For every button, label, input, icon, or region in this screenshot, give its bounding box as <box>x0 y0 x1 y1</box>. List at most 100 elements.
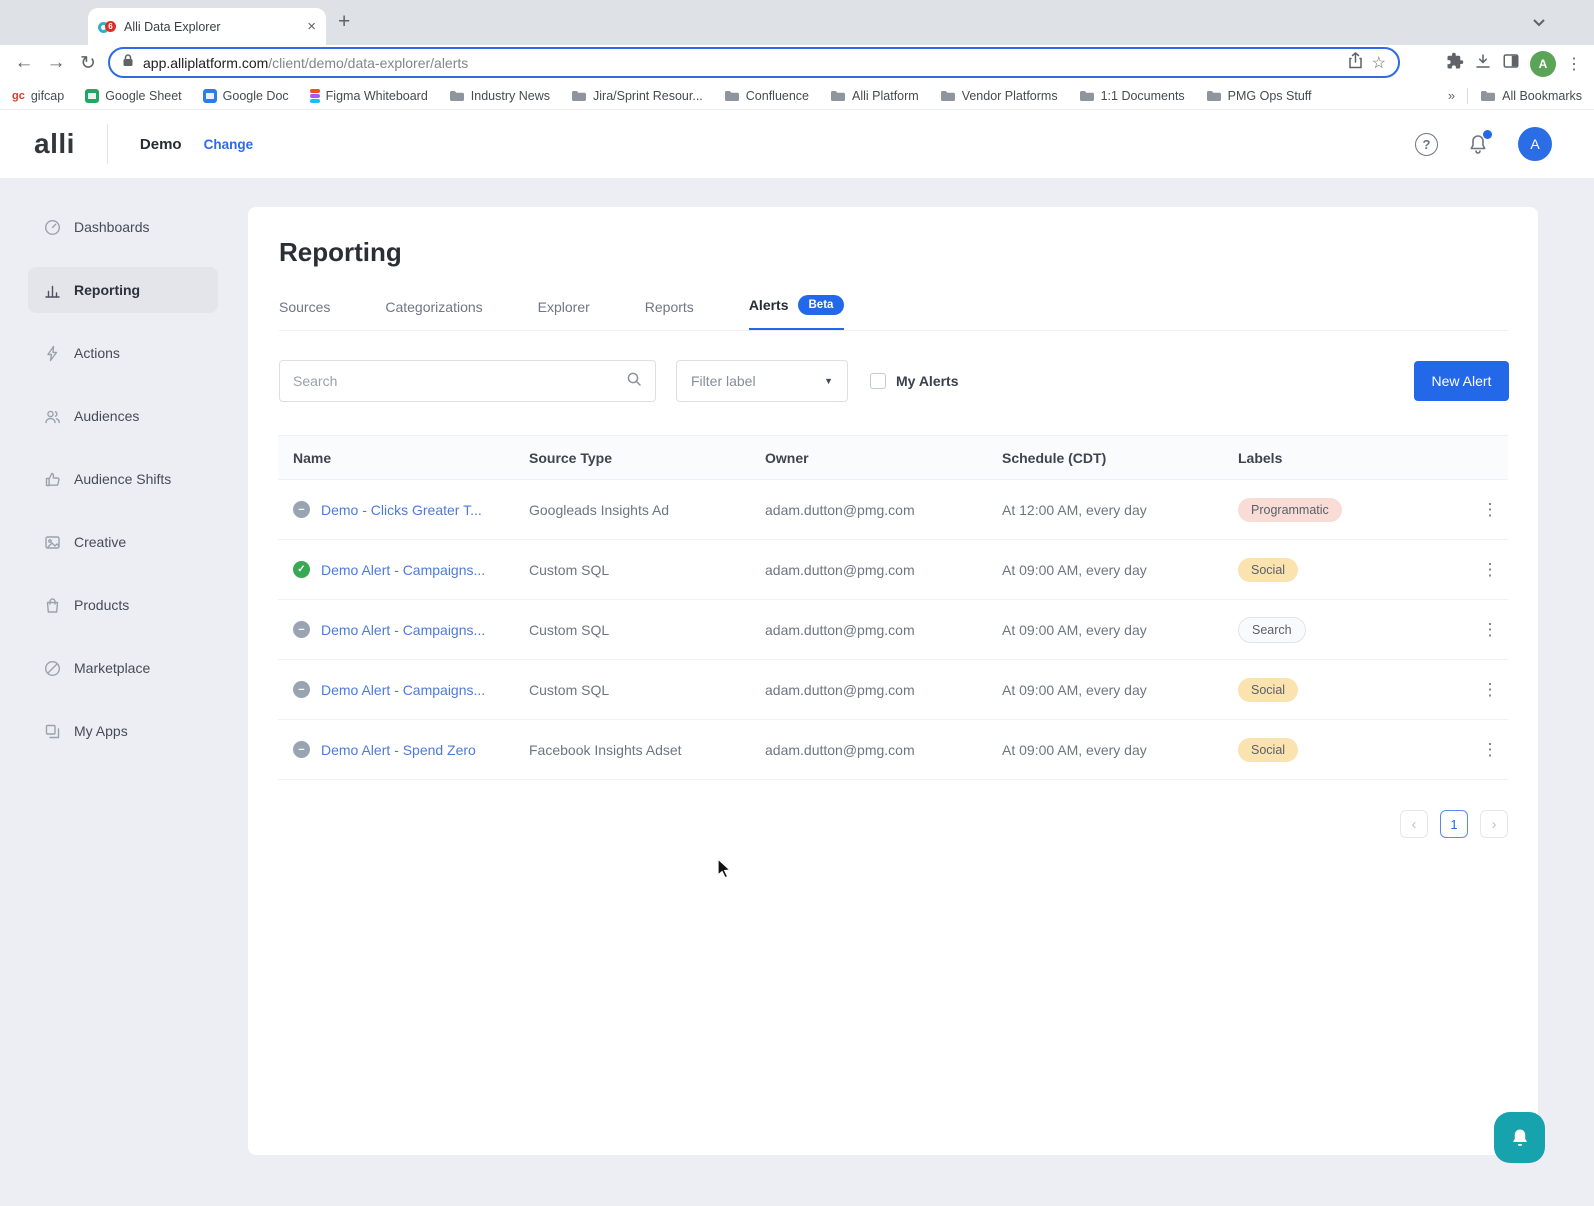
owner-cell: adam.dutton@pmg.com <box>765 742 1002 758</box>
label-pill: Social <box>1238 558 1298 582</box>
my-alerts-label: My Alerts <box>896 373 959 389</box>
schedule-cell: At 09:00 AM, every day <box>1002 562 1238 578</box>
sidebar-item-my-apps[interactable]: My Apps <box>28 708 218 754</box>
owner-cell: adam.dutton@pmg.com <box>765 502 1002 518</box>
tab-close-icon[interactable] <box>307 18 316 35</box>
prev-page-button[interactable] <box>1400 810 1428 838</box>
divider <box>1467 88 1468 104</box>
forward-button[interactable] <box>42 49 70 77</box>
next-page-button[interactable] <box>1480 810 1508 838</box>
search-input[interactable]: Search <box>279 360 656 402</box>
row-actions-menu-icon[interactable] <box>1472 740 1508 760</box>
alert-name-link[interactable]: Demo Alert - Campaigns... <box>321 682 485 698</box>
google-doc-icon <box>203 89 217 103</box>
new-alert-button[interactable]: New Alert <box>1414 361 1509 401</box>
figma-icon <box>310 89 320 103</box>
col-owner: Owner <box>765 450 1002 466</box>
announcements-fab[interactable] <box>1494 1112 1545 1163</box>
bookmark-folder[interactable]: Alli Platform <box>830 89 919 103</box>
help-icon[interactable] <box>1415 133 1438 156</box>
change-client-link[interactable]: Change <box>204 137 254 152</box>
status-active-icon <box>293 561 310 578</box>
row-actions-menu-icon[interactable] <box>1472 680 1508 700</box>
sidebar-item-products[interactable]: Products <box>28 582 218 628</box>
chrome-profile-avatar[interactable]: A <box>1530 51 1556 77</box>
row-actions-menu-icon[interactable] <box>1472 620 1508 640</box>
sidebar-item-reporting[interactable]: Reporting <box>28 267 218 313</box>
new-tab-button[interactable] <box>338 10 350 34</box>
sidebar-item-creative[interactable]: Creative <box>28 519 218 565</box>
filter-label-select[interactable]: Filter label <box>676 360 848 402</box>
url-path: /client/demo/data-explorer/alerts <box>268 55 468 71</box>
sidebar-item-audience-shifts[interactable]: Audience Shifts <box>28 456 218 502</box>
row-actions-menu-icon[interactable] <box>1472 500 1508 520</box>
owner-cell: adam.dutton@pmg.com <box>765 682 1002 698</box>
status-paused-icon <box>293 501 310 518</box>
alert-name-link[interactable]: Demo Alert - Campaigns... <box>321 622 485 638</box>
sidebar-item-marketplace[interactable]: Marketplace <box>28 645 218 691</box>
share-icon[interactable] <box>1348 52 1363 74</box>
chrome-menu-icon[interactable] <box>1566 54 1582 74</box>
thumb-up-icon <box>44 471 61 488</box>
tab-sources[interactable]: Sources <box>279 299 330 330</box>
tab-reports[interactable]: Reports <box>645 299 694 330</box>
owner-cell: adam.dutton@pmg.com <box>765 562 1002 578</box>
browser-tab[interactable]: 6 Alli Data Explorer <box>88 8 326 45</box>
user-avatar[interactable]: A <box>1518 127 1552 161</box>
col-schedule: Schedule (CDT) <box>1002 450 1238 466</box>
table-row: Demo Alert - Campaigns... Custom SQL ada… <box>278 540 1508 600</box>
tab-alerts[interactable]: AlertsBeta <box>749 295 845 330</box>
bookmark-folder[interactable]: Confluence <box>724 89 809 103</box>
folder-icon <box>724 89 740 102</box>
side-panel-icon[interactable] <box>1502 52 1520 75</box>
back-button[interactable] <box>10 49 38 77</box>
tab-explorer[interactable]: Explorer <box>538 299 590 330</box>
status-paused-icon <box>293 741 310 758</box>
folder-icon <box>940 89 956 102</box>
page-title: Reporting <box>248 207 1538 268</box>
my-alerts-checkbox[interactable] <box>870 373 886 389</box>
chevron-down-icon <box>824 376 833 386</box>
source-type-cell: Custom SQL <box>529 562 765 578</box>
alert-name-link[interactable]: Demo Alert - Campaigns... <box>321 562 485 578</box>
bookmark-folder[interactable]: 1:1 Documents <box>1079 89 1185 103</box>
bookmark-item[interactable]: Figma Whiteboard <box>310 89 428 103</box>
bookmark-item[interactable]: gifcap <box>12 89 64 103</box>
bookmark-folder[interactable]: Vendor Platforms <box>940 89 1058 103</box>
alli-logo[interactable]: alli <box>34 128 75 160</box>
url-text: app.alliplatform.com/client/demo/data-ex… <box>143 55 1339 71</box>
tab-search-chevron-icon[interactable] <box>1532 14 1546 32</box>
sidebar-item-dashboards[interactable]: Dashboards <box>28 204 218 250</box>
bookmarks-overflow-icon[interactable] <box>1448 88 1455 103</box>
schedule-cell: At 09:00 AM, every day <box>1002 622 1238 638</box>
bookmark-item[interactable]: Google Sheet <box>85 89 181 103</box>
status-paused-icon <box>293 621 310 638</box>
row-actions-menu-icon[interactable] <box>1472 560 1508 580</box>
bell-icon <box>1508 1126 1532 1150</box>
bookmark-star-icon[interactable] <box>1372 53 1386 73</box>
notifications-bell[interactable] <box>1466 132 1490 156</box>
bookmark-item[interactable]: Google Doc <box>203 89 289 103</box>
extensions-puzzle-icon[interactable] <box>1446 52 1464 75</box>
page-tabs: Sources Categorizations Explorer Reports… <box>279 295 1508 331</box>
sidebar-item-actions[interactable]: Actions <box>28 330 218 376</box>
folder-icon <box>1079 89 1095 102</box>
bar-chart-icon <box>44 282 61 299</box>
browser-tabstrip: 6 Alli Data Explorer <box>0 0 1594 45</box>
bookmark-folder[interactable]: PMG Ops Stuff <box>1206 89 1312 103</box>
alert-name-link[interactable]: Demo Alert - Spend Zero <box>321 742 476 758</box>
bookmarks-bar: gifcap Google Sheet Google Doc Figma Whi… <box>0 82 1594 110</box>
bookmark-folder[interactable]: Jira/Sprint Resour... <box>571 89 703 103</box>
tab-categorizations[interactable]: Categorizations <box>385 299 482 330</box>
image-icon <box>44 534 61 551</box>
downloads-icon[interactable] <box>1474 52 1492 75</box>
bookmark-folder[interactable]: Industry News <box>449 89 550 103</box>
reload-button[interactable] <box>74 49 102 77</box>
url-bar[interactable]: app.alliplatform.com/client/demo/data-ex… <box>108 47 1400 78</box>
sidebar-item-audiences[interactable]: Audiences <box>28 393 218 439</box>
alert-name-link[interactable]: Demo - Clicks Greater T... <box>321 502 482 518</box>
current-page-button[interactable]: 1 <box>1440 810 1468 838</box>
all-bookmarks[interactable]: All Bookmarks <box>1480 89 1582 103</box>
schedule-cell: At 09:00 AM, every day <box>1002 742 1238 758</box>
shopping-bag-icon <box>44 597 61 614</box>
